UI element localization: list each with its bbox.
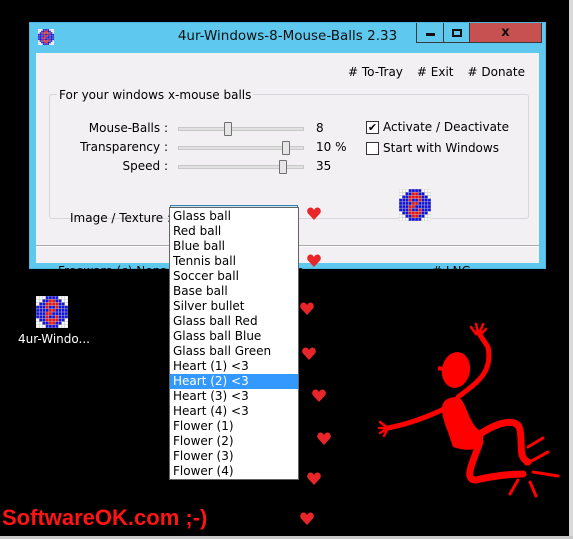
dancing-figure-image [377, 322, 560, 498]
slider-thumb[interactable] [279, 160, 288, 174]
minimize-button[interactable] [416, 23, 444, 43]
minimize-icon [425, 33, 435, 36]
slider-thumb[interactable] [281, 141, 290, 155]
exit-link[interactable]: # Exit [417, 65, 454, 79]
dropdown-option[interactable]: Flower (3) [170, 449, 298, 464]
preview-icon [399, 189, 431, 221]
heart-icon [300, 302, 314, 315]
title-bar[interactable]: 4ur-Windows-8-Mouse-Balls 2.33 x [30, 23, 545, 51]
group-label: For your windows x-mouse balls [57, 88, 254, 102]
top-links: # To-Tray # Exit # Donate [348, 65, 525, 79]
slider-track [178, 127, 304, 131]
heart-icon [307, 254, 321, 267]
dropdown-option[interactable]: Glass ball Blue [170, 329, 298, 344]
dropdown-option[interactable]: Flower (2) [170, 434, 298, 449]
dropdown-option[interactable]: Blue ball [170, 239, 298, 254]
heart-icon [300, 512, 314, 525]
dropdown-option[interactable]: Base ball [170, 284, 298, 299]
activate-checkbox[interactable]: ✔ [366, 120, 379, 134]
start-with-windows-row[interactable]: Start with Windows [366, 141, 499, 155]
speed-slider[interactable] [178, 160, 304, 174]
language-link[interactable]: # LNG [432, 264, 471, 278]
mouse-balls-value: 8 [316, 121, 324, 135]
to-tray-link[interactable]: # To-Tray [348, 65, 403, 79]
transparency-slider[interactable] [178, 141, 304, 155]
settings-group: For your windows x-mouse balls Mouse-Bal… [49, 88, 529, 219]
transparency-label: Transparency : [80, 140, 168, 154]
speed-value: 35 [316, 159, 332, 173]
dropdown-option[interactable]: Glass ball Red [170, 314, 298, 329]
donate-link[interactable]: # Donate [468, 65, 526, 79]
dropdown-option[interactable]: Heart (3) <3 [170, 389, 298, 404]
activate-label[interactable]: Activate / Deactivate [383, 120, 509, 134]
texture-dropdown-list[interactable]: Glass ball Red ball Blue ball Tennis ball So… [169, 207, 299, 480]
desktop-app-label[interactable]: 4ur-Windo... [14, 332, 94, 346]
dropdown-option[interactable]: Heart (4) <3 [170, 404, 298, 419]
dropdown-option[interactable]: Flower (1) [170, 419, 298, 434]
heart-icon [317, 432, 331, 445]
slider-thumb[interactable] [224, 122, 233, 136]
start-with-windows-label[interactable]: Start with Windows [383, 141, 499, 155]
heart-icon [307, 207, 321, 220]
maximize-icon [451, 28, 462, 37]
heart-icon [312, 389, 326, 402]
dropdown-option[interactable]: Heart (1) <3 [170, 359, 298, 374]
maximize-button[interactable] [443, 23, 470, 43]
speed-label: Speed : [122, 159, 168, 173]
dropdown-option[interactable]: Glass ball [170, 209, 298, 224]
dropdown-option[interactable]: Soccer ball [170, 269, 298, 284]
mouse-balls-slider[interactable] [178, 122, 304, 136]
heart-icon [307, 472, 321, 485]
transparency-value: 10 % [316, 140, 347, 154]
desktop-app-icon[interactable] [36, 296, 68, 328]
start-with-windows-checkbox[interactable] [366, 141, 379, 155]
screen-edge [569, 0, 573, 539]
close-button[interactable]: x [469, 23, 542, 43]
dropdown-option[interactable]: Silver bullet [170, 299, 298, 314]
close-icon: x [501, 25, 510, 40]
heart-icon [302, 347, 316, 360]
dropdown-option[interactable]: Heart (2) <3 [170, 374, 298, 389]
activate-checkbox-row[interactable]: ✔ Activate / Deactivate [366, 120, 509, 134]
dropdown-option[interactable]: Red ball [170, 224, 298, 239]
dropdown-option[interactable]: Tennis ball [170, 254, 298, 269]
mouse-balls-label: Mouse-Balls : [88, 121, 168, 135]
image-texture-label: Image / Texture : [70, 211, 172, 225]
dropdown-option[interactable]: Flower (4) [170, 464, 298, 479]
dropdown-option[interactable]: Glass ball Green [170, 344, 298, 359]
brand-watermark: SoftwareOK.com ;-) [2, 505, 208, 530]
